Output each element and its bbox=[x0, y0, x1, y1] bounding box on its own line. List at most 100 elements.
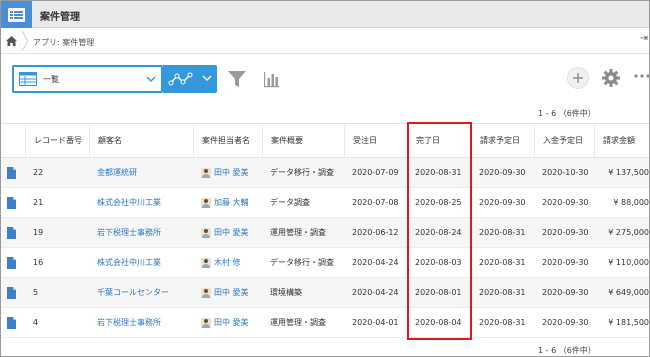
billing-date-cell: 2020-08-31 bbox=[479, 258, 526, 267]
summary-cell: データ移行・調査 bbox=[270, 258, 334, 267]
record-detail-icon[interactable] bbox=[7, 227, 16, 239]
completion-date-cell: 2020-08-01 bbox=[415, 288, 462, 297]
record-number-cell: 16 bbox=[33, 258, 44, 267]
record-number-cell: 19 bbox=[33, 228, 44, 237]
column-header-owner[interactable]: 案件担当者名 bbox=[193, 124, 262, 159]
owner-cell[interactable]: 田中 愛美 bbox=[193, 308, 262, 338]
user-chip[interactable]: 加藤 大輔 bbox=[201, 188, 262, 218]
customer-name-link[interactable]: 岩下税理士事務所 bbox=[89, 308, 193, 338]
app-title: 案件管理 bbox=[40, 12, 80, 23]
order-date-cell: 2020-04-24 bbox=[352, 258, 399, 267]
plus-icon bbox=[573, 73, 583, 83]
column-header-customer[interactable]: 顧客名 bbox=[89, 124, 193, 159]
column-header-order-date[interactable]: 受注日 bbox=[344, 124, 407, 159]
app-window: 案件管理 アプリ: 案件管理 ⇥ 一覧 1 - 6 （6件中） レコード番号 顧… bbox=[0, 0, 650, 357]
filter-icon bbox=[228, 71, 246, 87]
breadcrumb-separator-icon bbox=[21, 31, 29, 51]
billing-date-cell: 2020-09-30 bbox=[479, 168, 526, 177]
amount-cell: ¥ 137,500 bbox=[608, 168, 649, 177]
table-header: レコード番号 顧客名 案件担当者名 案件概要 受注日 完了日 請求予定日 入金予… bbox=[1, 123, 649, 159]
payment-date-cell: 2020-09-30 bbox=[542, 228, 589, 237]
column-header-amount[interactable]: 請求金額 bbox=[594, 124, 649, 159]
app-menu-icon[interactable] bbox=[1, 1, 32, 28]
table-row: 4 岩下税理士事務所 田中 愛美 運用管理・調査 2020-04-01 2020-08-0… bbox=[1, 308, 649, 338]
home-icon[interactable] bbox=[5, 35, 18, 47]
filter-button[interactable] bbox=[223, 65, 251, 93]
record-number-cell: 5 bbox=[33, 288, 39, 297]
record-detail-icon[interactable] bbox=[7, 257, 16, 269]
avatar bbox=[201, 258, 211, 268]
app-header: 案件管理 bbox=[1, 1, 649, 28]
chart-button[interactable] bbox=[257, 65, 285, 93]
payment-date-cell: 2020-09-30 bbox=[542, 198, 589, 207]
breadcrumb-app-link[interactable]: アプリ: 案件管理 bbox=[33, 37, 94, 48]
order-date-cell: 2020-07-09 bbox=[352, 168, 399, 177]
completion-date-cell: 2020-08-24 bbox=[415, 228, 462, 237]
avatar bbox=[201, 198, 211, 208]
owner-name-link[interactable]: 田中 愛美 bbox=[214, 218, 249, 248]
payment-date-cell: 2020-09-30 bbox=[542, 258, 589, 267]
payment-date-cell: 2020-10-30 bbox=[542, 168, 589, 177]
column-header-billing-date[interactable]: 請求予定日 bbox=[471, 124, 534, 159]
avatar bbox=[201, 168, 211, 178]
table-row: 21 株式会社中川工業 加藤 大輔 データ調査 2020-07-08 2020-08-25… bbox=[1, 188, 649, 218]
owner-name-link[interactable]: 木村 修 bbox=[214, 248, 241, 278]
chevron-down-icon bbox=[146, 76, 156, 82]
user-chip[interactable]: 田中 愛美 bbox=[201, 308, 262, 338]
user-chip[interactable]: 田中 愛美 bbox=[201, 278, 262, 308]
owner-name-link[interactable]: 田中 愛美 bbox=[214, 308, 249, 338]
list-view-icon bbox=[19, 72, 37, 86]
customer-name-link[interactable]: 千葉コールセンター bbox=[89, 278, 193, 308]
owner-cell[interactable]: 田中 愛美 bbox=[193, 218, 262, 248]
chevron-down-icon bbox=[202, 75, 212, 81]
record-number-cell: 4 bbox=[33, 318, 39, 327]
more-options-icon[interactable] bbox=[633, 71, 650, 81]
owner-name-link[interactable]: 田中 愛美 bbox=[214, 158, 249, 188]
column-header-record-number[interactable]: レコード番号 bbox=[25, 124, 89, 159]
owner-cell[interactable]: 田中 愛美 bbox=[193, 158, 262, 188]
customer-name-link[interactable]: 金都運統研 bbox=[89, 158, 193, 188]
record-detail-icon[interactable] bbox=[7, 167, 16, 179]
record-number-cell: 22 bbox=[33, 168, 44, 177]
column-header-icon bbox=[1, 124, 25, 159]
summary-cell: データ調査 bbox=[270, 198, 310, 207]
avatar bbox=[201, 288, 211, 298]
owner-name-link[interactable]: 田中 愛美 bbox=[214, 278, 249, 308]
breadcrumb: アプリ: 案件管理 ⇥ bbox=[1, 29, 649, 54]
summary-cell: データ移行・調査 bbox=[270, 168, 334, 177]
user-chip[interactable]: 田中 愛美 bbox=[201, 218, 262, 248]
gear-icon[interactable] bbox=[601, 68, 621, 88]
amount-cell: ¥ 88,000 bbox=[613, 198, 649, 207]
owner-cell[interactable]: 加藤 大輔 bbox=[193, 188, 262, 218]
summary-cell: 運用管理・調査 bbox=[270, 228, 326, 237]
customer-name-link[interactable]: 株式会社中川工業 bbox=[89, 188, 193, 218]
completion-date-cell: 2020-08-04 bbox=[415, 318, 462, 327]
expand-icon[interactable]: ⇥ bbox=[640, 33, 648, 44]
user-chip[interactable]: 木村 修 bbox=[201, 248, 262, 278]
record-detail-icon[interactable] bbox=[7, 287, 16, 299]
table-row: 22 金都運統研 田中 愛美 データ移行・調査 2020-07-09 2020-08-31… bbox=[1, 158, 649, 188]
completion-date-cell: 2020-08-25 bbox=[415, 198, 462, 207]
amount-cell: ¥ 110,000 bbox=[608, 258, 649, 267]
completion-date-cell: 2020-08-03 bbox=[415, 258, 462, 267]
owner-name-link[interactable]: 加藤 大輔 bbox=[214, 188, 249, 218]
view-selector[interactable]: 一覧 bbox=[12, 65, 163, 93]
customer-name-link[interactable]: 株式会社中川工業 bbox=[89, 248, 193, 278]
add-record-button[interactable] bbox=[567, 67, 589, 89]
customer-name-link[interactable]: 岩下税理士事務所 bbox=[89, 218, 193, 248]
pagination-count-top: 1 - 6 （6件中） bbox=[538, 109, 596, 118]
graph-button[interactable] bbox=[163, 65, 217, 93]
billing-date-cell: 2020-08-31 bbox=[479, 288, 526, 297]
user-chip[interactable]: 田中 愛美 bbox=[201, 158, 262, 188]
owner-cell[interactable]: 木村 修 bbox=[193, 248, 262, 278]
bar-chart-icon bbox=[264, 72, 279, 88]
column-header-completion-date[interactable]: 完了日 bbox=[407, 124, 471, 159]
order-date-cell: 2020-04-01 bbox=[352, 318, 399, 327]
column-header-summary[interactable]: 案件概要 bbox=[262, 124, 344, 159]
record-detail-icon[interactable] bbox=[7, 317, 16, 329]
owner-cell[interactable]: 田中 愛美 bbox=[193, 278, 262, 308]
column-header-payment-date[interactable]: 入金予定日 bbox=[534, 124, 594, 159]
record-detail-icon[interactable] bbox=[7, 197, 16, 209]
billing-date-cell: 2020-08-31 bbox=[479, 318, 526, 327]
payment-date-cell: 2020-09-30 bbox=[542, 288, 589, 297]
